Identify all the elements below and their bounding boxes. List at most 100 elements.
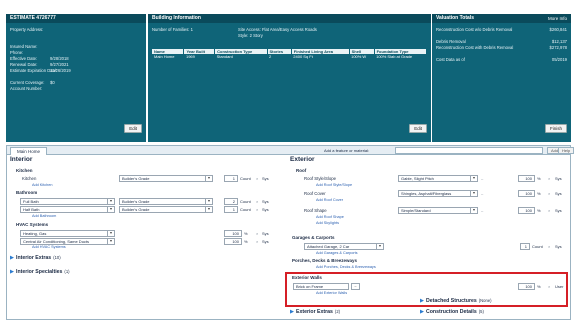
roof-shape-pct-input[interactable]: 100	[518, 207, 535, 214]
kitchen-count-input[interactable]: 1	[224, 175, 238, 182]
tab-main-home[interactable]: Main Home	[10, 147, 48, 155]
roof-style-select[interactable]: Gable, Slight Pitch ▼	[398, 175, 478, 182]
select-value: Brick on Frame	[296, 284, 324, 289]
expiration-date-row: Estimate Expiration Date: 11/26/2019	[10, 68, 140, 73]
section-label: Interior Extras	[16, 255, 52, 261]
remove-icon[interactable]: ×	[548, 208, 550, 213]
exterior-extras-toggle[interactable]: ▶ Exterior Extras (2)	[290, 309, 340, 315]
add-porches-link[interactable]: Add Porches, Decks & Breezeways	[316, 265, 376, 269]
remove-icon[interactable]: –	[481, 208, 483, 213]
bath-grade-select[interactable]: Builder's Grade ▼	[119, 206, 213, 213]
caret-right-icon: ▶	[290, 309, 294, 315]
hvac-type-select[interactable]: Heating, Gas ▼	[20, 230, 115, 237]
valuation-title: Valuation Totals	[436, 15, 474, 21]
remove-icon[interactable]: ×	[548, 191, 550, 196]
remove-icon[interactable]: –	[481, 176, 483, 181]
valuation-value: 05/2019	[551, 57, 567, 62]
count-unit: Count	[240, 199, 251, 204]
interior-extras-toggle[interactable]: ▶ Interior Extras (10)	[10, 255, 61, 261]
remove-icon[interactable]: ×	[256, 199, 258, 204]
percent-unit: %	[244, 239, 248, 244]
roof-style-label: Roof Style/Slope	[304, 176, 337, 181]
caret-right-icon: ▶	[420, 298, 424, 304]
caret-right-icon: ▶	[10, 255, 14, 261]
account-number-row: Account Number:	[10, 86, 42, 91]
add-hvac-link[interactable]: Add HVAC Systems	[32, 245, 66, 249]
bath-grade-select[interactable]: Builder's Grade ▼	[119, 198, 213, 205]
source-label: Sys	[555, 208, 562, 213]
bath-type-select[interactable]: Full Bath ▼	[20, 198, 115, 205]
valuation-row: Cost Data as of 05/2019	[436, 57, 567, 62]
phone-row: Phone:	[10, 50, 23, 55]
remove-icon[interactable]: ×	[256, 231, 258, 236]
add-skylights-link[interactable]: Add Skylights	[316, 221, 339, 225]
add-kitchen-link[interactable]: Add Kitchen	[32, 183, 52, 187]
roof-cover-pct-input[interactable]: 100	[518, 190, 535, 197]
interior-specialties-toggle[interactable]: ▶ Interior Specialties (1)	[10, 269, 70, 275]
hvac-pct-input[interactable]: 100	[224, 230, 242, 237]
add-garages-link[interactable]: Add Garages & Carports	[316, 251, 358, 255]
section-label: Construction Details	[426, 309, 477, 315]
add-roof-style-link[interactable]: Add Roof Style/Slope	[316, 183, 352, 187]
add-bathroom-link[interactable]: Add Bathroom	[32, 214, 56, 218]
exterior-walls-stepper[interactable]: –	[351, 283, 360, 290]
add-feature-input[interactable]	[395, 147, 543, 154]
bath-count-input[interactable]: 2	[224, 198, 238, 205]
garage-count-input[interactable]: 1	[520, 243, 530, 250]
valuation-value: $272,978	[549, 45, 567, 50]
kitchen-grade-select[interactable]: Builder's Grade ▼	[119, 175, 213, 182]
exterior-walls-select[interactable]: Brick on Frame	[293, 283, 349, 290]
section-count: (5)	[478, 309, 484, 314]
section-count: (1)	[64, 269, 70, 274]
edit-building-button[interactable]: Edit	[409, 124, 427, 133]
bath-type-select[interactable]: Half Bath ▼	[20, 206, 115, 213]
edit-estimate-button[interactable]: Edit	[124, 124, 142, 133]
chevron-down-icon: ▼	[205, 176, 212, 181]
hvac-pct-input[interactable]: 100	[224, 238, 242, 245]
garage-select[interactable]: Attached Garage, 2 Car ▼	[304, 243, 384, 250]
section-count: (2)	[334, 309, 341, 314]
help-button[interactable]: Help	[558, 147, 575, 154]
effective-date-row: Effective Date: 9/28/2018	[10, 56, 140, 61]
cell-name: Main Home	[154, 54, 175, 59]
roof-cover-select[interactable]: Shingles, Asphalt/Fiberglass ▼	[398, 190, 478, 197]
source-label: Sys	[262, 199, 269, 204]
exterior-walls-heading: Exterior Walls	[292, 275, 322, 280]
finish-button[interactable]: Finish	[544, 124, 567, 133]
minus-icon: –	[354, 284, 357, 288]
hvac-type-select[interactable]: Central Air Conditioning, Same Ducts ▼	[20, 238, 115, 245]
hvac-heading: HVAC Systems	[16, 222, 49, 227]
roof-shape-select[interactable]: Simple/Standard ▼	[398, 207, 478, 214]
remove-icon[interactable]: ×	[548, 244, 550, 249]
percent-unit: %	[537, 208, 541, 213]
cell-construction: Standard	[216, 54, 233, 59]
table-row[interactable]: Main Home 1969 Standard 2 2400 Sq Ft 100…	[152, 54, 427, 59]
style-label: Style: 2 Story	[238, 33, 263, 38]
valuation-label: Debris Removal	[436, 39, 466, 44]
field-label: Phone:	[10, 50, 24, 55]
add-exterior-walls-link[interactable]: Add Exterior Walls	[316, 291, 347, 295]
add-roof-cover-link[interactable]: Add Roof Cover	[316, 198, 343, 202]
remove-icon[interactable]: ×	[256, 239, 258, 244]
remove-icon[interactable]: –	[481, 191, 483, 196]
source-label: Sys	[262, 207, 269, 212]
building-table: Name Year Built Construction Type Storie…	[152, 49, 428, 59]
construction-details-toggle[interactable]: ▶ Construction Details (5)	[420, 309, 484, 315]
bathroom-heading: Bathroom	[16, 190, 38, 195]
bath-count-input[interactable]: 1	[224, 206, 238, 213]
roof-style-pct-input[interactable]: 100	[518, 175, 535, 182]
add-roof-shape-link[interactable]: Add Roof Shape	[316, 215, 344, 219]
remove-icon[interactable]: ×	[548, 176, 550, 181]
remove-icon[interactable]: ×	[256, 207, 258, 212]
exterior-walls-pct-input[interactable]: 100	[518, 283, 535, 290]
valuation-label: Reconstruction Cost with Debris Removal	[436, 45, 514, 50]
families-label: Number of Families: 1	[152, 27, 193, 32]
field-value: 9/28/2018	[50, 56, 69, 61]
roof-heading: Roof	[296, 168, 307, 173]
remove-icon[interactable]: ×	[548, 284, 550, 289]
more-info-link[interactable]: More Info	[548, 14, 567, 23]
remove-icon[interactable]: ×	[256, 176, 258, 181]
roof-cover-label: Roof Cover	[304, 191, 326, 196]
exterior-heading: Exterior	[290, 156, 315, 163]
detached-structures-toggle[interactable]: ▶ Detached Structures (None)	[420, 298, 492, 304]
